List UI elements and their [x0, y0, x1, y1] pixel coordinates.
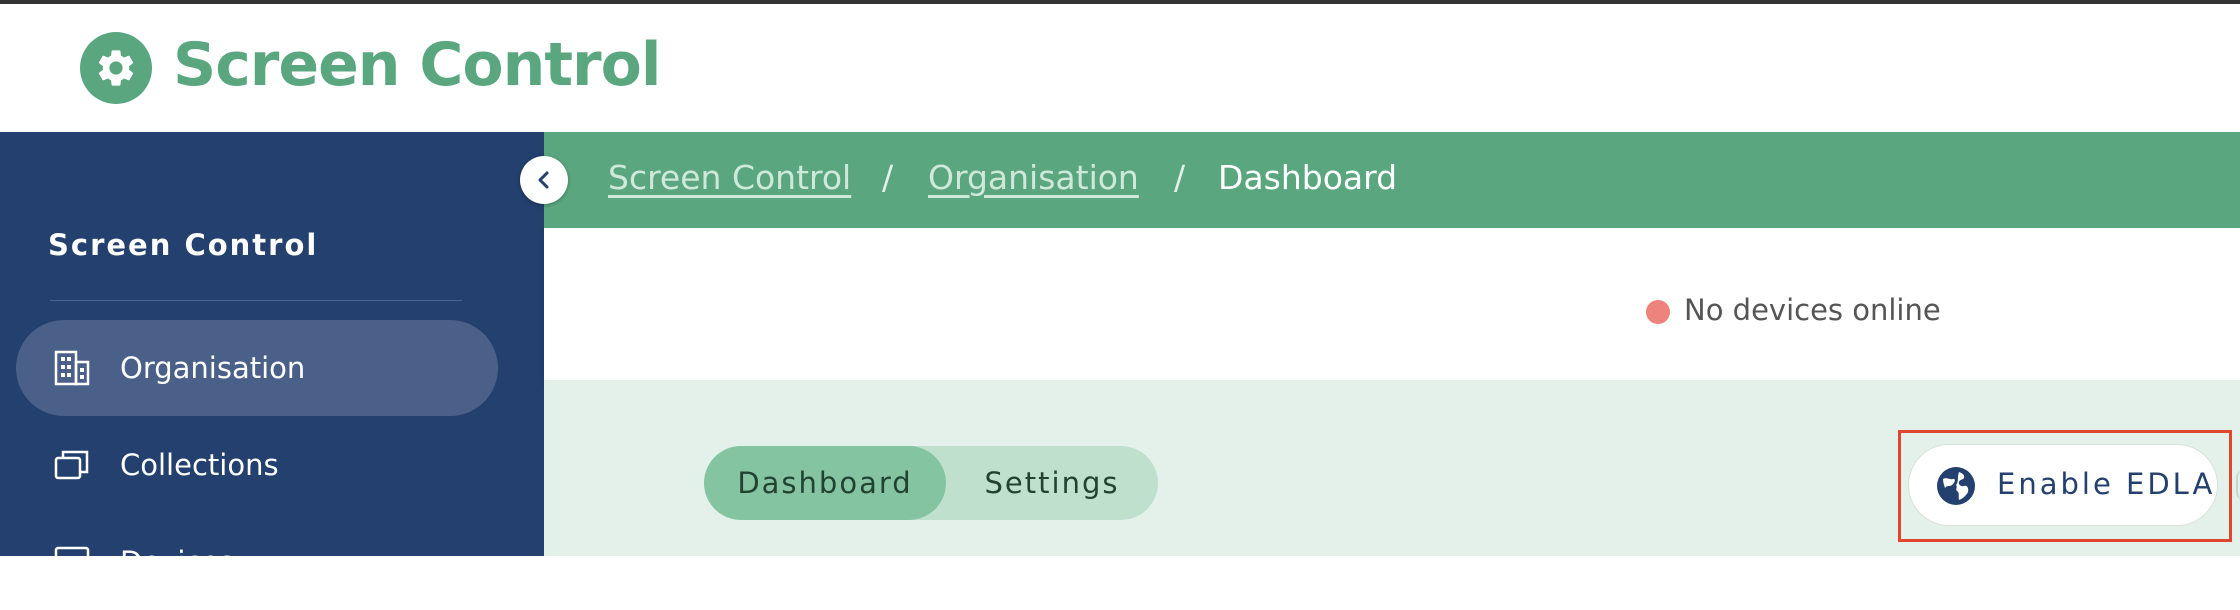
tab-dashboard[interactable]: Dashboard — [704, 446, 946, 520]
sidebar-item-collections[interactable]: Collections — [16, 417, 498, 513]
chevron-left-icon — [538, 171, 549, 189]
partially-visible-control — [2236, 470, 2240, 500]
status-text: No devices online — [1684, 293, 1941, 327]
sidebar: Screen Control Organisation Collections … — [0, 132, 544, 579]
globe-icon — [1937, 467, 1975, 505]
breadcrumb-link-screen-control[interactable]: Screen Control — [608, 158, 851, 197]
status-panel: No devices online — [544, 228, 2240, 380]
app-header: Screen Control — [0, 4, 2240, 132]
building-icon — [54, 350, 90, 386]
breadcrumb-link-organisation[interactable]: Organisation — [928, 158, 1139, 197]
breadcrumb: Screen Control / Organisation / Dashboar… — [544, 132, 2240, 228]
gear-icon — [80, 32, 152, 104]
status-indicator-dot — [1646, 300, 1670, 324]
sidebar-item-devices[interactable]: Devices — [16, 514, 498, 610]
sidebar-collapse-button[interactable] — [520, 156, 568, 204]
sidebar-divider — [50, 300, 462, 301]
enable-edla-button[interactable]: Enable EDLA — [1908, 444, 2218, 526]
device-icon — [54, 546, 90, 572]
breadcrumb-current: Dashboard — [1218, 158, 1398, 197]
tab-group: Settings Dashboard — [704, 446, 1158, 520]
main-content: Settings Dashboard Enable EDLA — [544, 380, 2240, 556]
sidebar-item-label: Devices — [120, 545, 235, 579]
sidebar-item-organisation[interactable]: Organisation — [16, 320, 498, 416]
sidebar-title: Screen Control — [48, 228, 319, 262]
enable-edla-label: Enable EDLA — [1997, 467, 2216, 501]
collections-icon — [54, 450, 89, 480]
app-title: Screen Control — [173, 30, 661, 100]
sidebar-item-label: Organisation — [120, 351, 306, 385]
breadcrumb-separator: / — [1174, 158, 1186, 197]
breadcrumb-separator: / — [882, 158, 894, 197]
sidebar-item-label: Collections — [120, 448, 279, 482]
tab-settings[interactable]: Settings — [946, 446, 1158, 520]
